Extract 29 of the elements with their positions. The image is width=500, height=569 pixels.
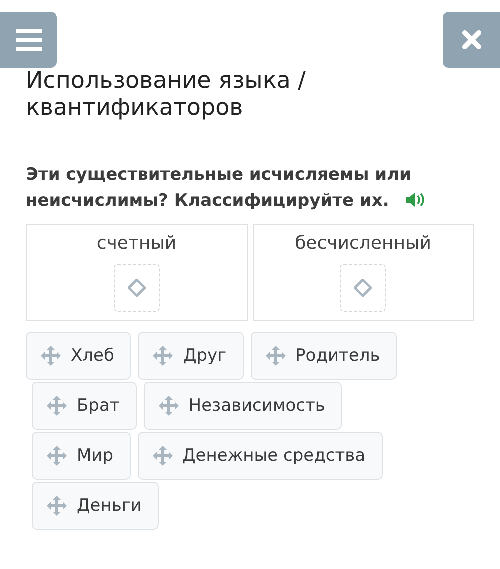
drop-slot[interactable] bbox=[340, 264, 386, 312]
word-chip[interactable]: Денежные средства bbox=[138, 432, 383, 480]
drop-zone[interactable]: бесчисленный bbox=[252, 224, 474, 321]
word-chip[interactable]: Брат bbox=[32, 382, 137, 430]
drop-zone[interactable]: счетный bbox=[26, 224, 248, 321]
word-chip[interactable]: Друг bbox=[138, 332, 244, 380]
move-icon bbox=[266, 346, 286, 366]
question-text: Эти существительные исчисляемы или неисчислимы? Классифицируйте их. bbox=[26, 165, 426, 211]
word-chip[interactable]: Мир bbox=[32, 432, 131, 480]
drop-slot[interactable] bbox=[114, 264, 160, 312]
close-icon bbox=[462, 30, 482, 50]
exercise-title: Использование языка / квантификаторов bbox=[25, 68, 307, 122]
word-chip[interactable]: Независимость bbox=[144, 382, 342, 430]
move-icon bbox=[47, 446, 67, 466]
move-icon bbox=[41, 346, 61, 366]
close-button[interactable] bbox=[443, 12, 500, 68]
move-icon bbox=[158, 396, 179, 416]
category-label: счетный bbox=[96, 233, 177, 254]
menu-button[interactable] bbox=[0, 12, 57, 68]
speaker-icon[interactable] bbox=[405, 192, 426, 208]
move-icon bbox=[152, 446, 173, 466]
move-icon bbox=[47, 496, 67, 516]
menu-icon bbox=[16, 29, 42, 51]
word-chip[interactable]: Деньги bbox=[32, 482, 159, 530]
word-chip[interactable]: Хлеб bbox=[26, 332, 132, 380]
word-chip[interactable]: Родитель bbox=[250, 332, 398, 380]
category-label: бесчисленный bbox=[295, 233, 432, 254]
move-icon bbox=[47, 396, 67, 416]
move-icon bbox=[153, 346, 174, 366]
